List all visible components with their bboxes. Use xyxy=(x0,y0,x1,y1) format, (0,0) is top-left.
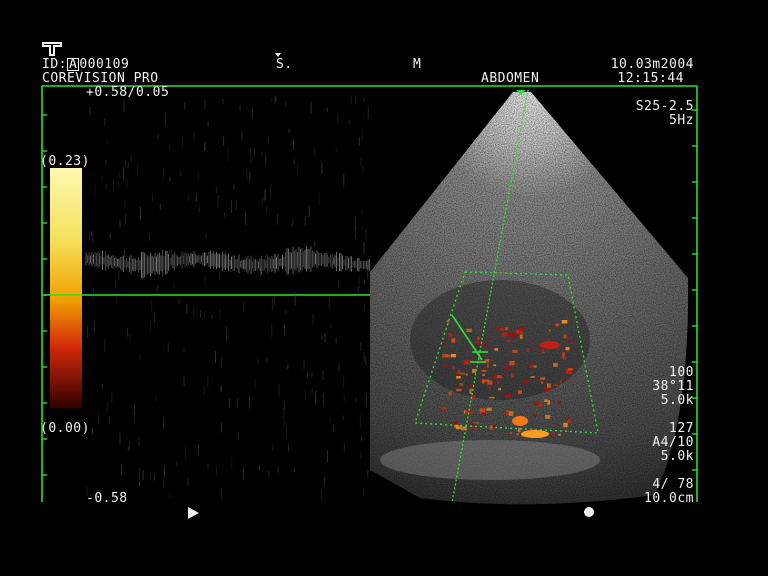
settings-1-line-1: 100 xyxy=(669,365,694,380)
doppler-scale-top: +0.58/0.05 xyxy=(86,85,170,100)
marker-m: M xyxy=(413,57,422,72)
marker-s: S. xyxy=(276,57,293,72)
patient-id-prefix: ID: xyxy=(42,57,67,72)
bmode-sector-image xyxy=(370,92,689,505)
settings-1-line-3: 5.0k xyxy=(660,393,694,408)
settings-2-line-1: 127 xyxy=(669,421,694,436)
frame-counter: 4/ 78 xyxy=(652,477,694,492)
doppler-spectrum xyxy=(85,95,370,501)
ultrasound-logo-icon xyxy=(42,42,62,56)
system-name: COREVISION PRO xyxy=(42,71,159,86)
depth-value: 10.0cm xyxy=(644,491,694,506)
patient-id-cursor[interactable]: A xyxy=(66,58,80,71)
color-velocity-bar xyxy=(50,168,82,408)
settings-1-line-2: 38°11 xyxy=(652,379,694,394)
patient-id-number: 000109 xyxy=(79,57,130,72)
play-triangle-icon[interactable] xyxy=(188,507,199,519)
exam-date: 10.03m2004 xyxy=(610,57,694,72)
colorbar-max-label: (0.23) xyxy=(40,154,90,169)
doppler-scale-bottom: -0.58 xyxy=(86,491,128,506)
settings-2-line-3: 5.0k xyxy=(660,449,694,464)
frame-rate: 5Hz xyxy=(669,113,694,128)
settings-2-line-2: A4/10 xyxy=(652,435,694,450)
exam-type: ABDOMEN xyxy=(481,71,540,86)
exam-time: 12:15:44 xyxy=(617,71,684,86)
marker-dot-icon xyxy=(584,507,594,517)
probe-model: S25-2.5 xyxy=(635,99,694,114)
patient-id: ID: A 000109 xyxy=(42,58,129,72)
colorbar-min-label: (0.00) xyxy=(40,421,90,436)
